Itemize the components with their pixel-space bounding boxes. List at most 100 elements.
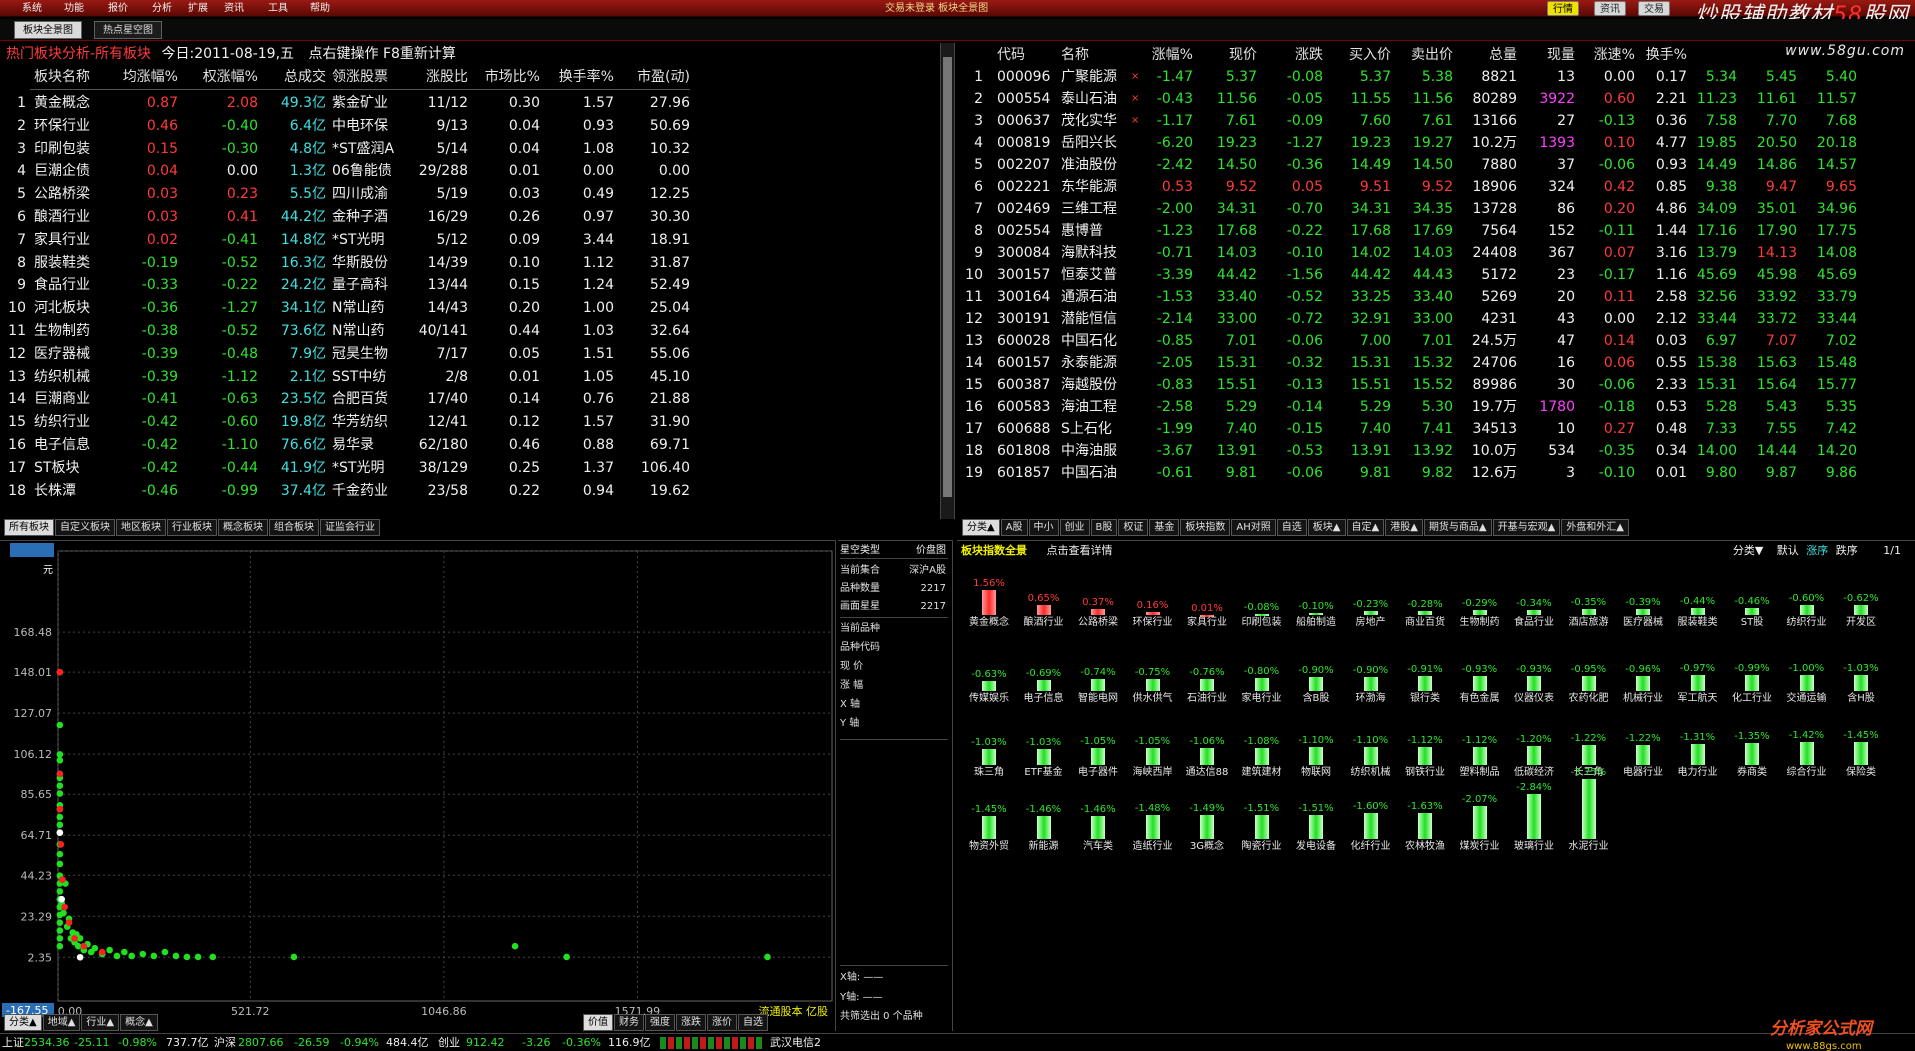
sector-index-item[interactable]: 1.56% 黄金概念 xyxy=(961,559,1017,633)
market-sheet-tab[interactable]: A股 xyxy=(1000,519,1028,536)
scatter-point[interactable] xyxy=(56,919,64,927)
stock-row[interactable]: 15 600387 海越股份 -0.83 15.51 -0.13 15.51 15.52 899… xyxy=(957,374,1915,396)
scatter-point[interactable] xyxy=(56,942,64,950)
sector-index-item[interactable]: -1.22% 电器行业 xyxy=(1615,709,1671,783)
sector-index-item[interactable]: -1.10% 物联网 xyxy=(1288,709,1344,783)
scatter-point[interactable] xyxy=(764,953,771,961)
sector-row[interactable]: 4 巨潮企债 0.04 0.00 1.3亿 06鲁能债 29/288 0.01 0.00 0.00 xyxy=(0,160,954,182)
stock-row[interactable]: 14 600157 永泰能源 -2.05 15.31 -0.32 15.31 15.32 247… xyxy=(957,352,1915,374)
sector-sheet-tab[interactable]: 行业板块 xyxy=(167,519,217,536)
scatter-point[interactable] xyxy=(511,942,519,950)
market-sheet-tab[interactable]: 中小 xyxy=(1028,519,1059,536)
market-sheet-tab[interactable]: 自选 xyxy=(1276,519,1307,536)
scatter-point[interactable] xyxy=(56,813,64,821)
sector-index-item[interactable]: -0.90% 环渤海 xyxy=(1343,635,1399,709)
starmap-sheet-tab[interactable]: 地域▲ xyxy=(42,1014,81,1031)
sector-col-header[interactable]: 总成交 xyxy=(262,67,326,87)
sector-col-header[interactable]: 均涨幅% xyxy=(110,67,178,87)
market-sheet-tab[interactable]: 基金 xyxy=(1149,519,1180,536)
sector-index-item[interactable]: -0.63% 传媒娱乐 xyxy=(961,635,1017,709)
sector-row[interactable]: 18 长株潭 -0.46 -0.99 37.4亿 千金药业 23/58 0.22 0.94 19.… xyxy=(0,480,954,502)
stock-row[interactable]: 16 600583 海油工程 -2.58 5.29 -0.14 5.29 5.30 19.7万 1… xyxy=(957,396,1915,418)
scatter-point-flat[interactable] xyxy=(58,895,65,903)
starmap-type-value[interactable]: 价盘图 xyxy=(916,543,946,559)
sector-row[interactable]: 5 公路桥梁 0.03 0.23 5.5亿 四川成渝 5/19 0.03 0.49 12.25 xyxy=(0,183,954,205)
sector-index-item[interactable]: 0.65% 酿酒行业 xyxy=(1016,559,1072,633)
stock-col-header[interactable]: 涨跌 xyxy=(1279,45,1323,65)
sector-row[interactable]: 6 酿酒行业 0.03 0.41 44.2亿 金种子酒 16/29 0.26 0.97 30.30 xyxy=(0,206,954,228)
sort-ascending[interactable]: 涨序 xyxy=(1806,544,1828,557)
sector-index-item[interactable]: -0.74% 智能电网 xyxy=(1070,635,1126,709)
menu-analysis[interactable]: 分析 xyxy=(152,1,172,16)
sector-index-item[interactable]: -2.84% 玻璃行业 xyxy=(1506,782,1562,857)
sector-col-header[interactable]: 权涨幅% xyxy=(182,67,258,87)
sector-col-header[interactable]: 市盈(动) xyxy=(620,67,690,87)
sector-index-item[interactable]: -1.20% 低碳经济 xyxy=(1506,709,1562,783)
scatter-point-up[interactable] xyxy=(80,942,88,950)
scatter-point[interactable] xyxy=(56,721,64,729)
menu-quote[interactable]: 报价 xyxy=(108,1,128,16)
sector-col-header[interactable]: 涨股比 xyxy=(418,67,468,87)
starmap-sort-tab[interactable]: 涨跌 xyxy=(676,1014,706,1031)
stock-col-header[interactable]: 卖出价 xyxy=(1397,45,1453,65)
sector-index-item[interactable]: -2.07% 煤炭行业 xyxy=(1452,783,1508,857)
sector-sheet-tab[interactable]: 证监会行业 xyxy=(320,519,380,536)
scatter-point[interactable] xyxy=(56,860,64,868)
sector-index-item[interactable]: -1.51% 发电设备 xyxy=(1288,783,1344,857)
sector-index-item[interactable]: -0.75% 供水供气 xyxy=(1125,635,1181,709)
scatter-point[interactable] xyxy=(56,751,64,758)
stock-row[interactable]: 6 002221 东华能源 0.53 9.52 0.05 9.51 9.52 18906 324 0… xyxy=(957,176,1915,198)
sector-col-header[interactable]: 板块名称 xyxy=(34,67,98,87)
stock-row[interactable]: 4 000819 岳阳兴长 -6.20 19.23 -1.27 19.23 19.27 10.2… xyxy=(957,132,1915,154)
sector-index-item[interactable]: -0.35% 酒店旅游 xyxy=(1561,559,1617,633)
stock-col-header[interactable]: 现价 xyxy=(1213,45,1257,65)
stock-col-header[interactable]: 涨幅% xyxy=(1135,45,1193,65)
sector-index-item[interactable]: -1.60% 化纤行业 xyxy=(1343,783,1399,857)
sector-index-item[interactable]: -0.91% 银行类 xyxy=(1397,635,1453,709)
stock-col-header[interactable]: 买入价 xyxy=(1335,45,1391,65)
tab-hotspot-starmap[interactable]: 热点星空图 xyxy=(94,21,162,39)
market-sheet-tab[interactable]: 板块▲ xyxy=(1307,519,1346,536)
market-sheet-tab[interactable]: 开基与宏观▲ xyxy=(1492,519,1561,536)
scatter-chart[interactable]: 209.90168.48148.01127.07106.1285.6564.71… xyxy=(0,541,836,1031)
stock-row[interactable]: 19 601857 中国石油 -0.61 9.81 -0.06 9.81 9.82 12.6万 3… xyxy=(957,462,1915,484)
stock-row[interactable]: 7 002469 三维工程 -2.00 34.31 -0.70 34.31 34.35 1372… xyxy=(957,198,1915,220)
market-sheet-tab[interactable]: B股 xyxy=(1090,519,1118,536)
sector-row[interactable]: 16 电子信息 -0.42 -1.10 76.6亿 易华录 62/180 0.46 0.88 69… xyxy=(0,434,954,456)
stock-row[interactable]: 18 601808 中海油服 -3.67 13.91 -0.53 13.91 13.92 10.… xyxy=(957,440,1915,462)
sector-sheet-tab[interactable]: 概念板块 xyxy=(218,519,268,536)
starmap-sheet-tab[interactable]: 概念▲ xyxy=(120,1014,158,1031)
sector-index-item[interactable]: -1.00% 交通运输 xyxy=(1779,635,1835,709)
market-sheet-tab[interactable]: 外盘和外汇▲ xyxy=(1561,519,1630,536)
stock-row[interactable]: 13 600028 中国石化 -0.85 7.01 -0.06 7.00 7.01 24.5万 4… xyxy=(957,330,1915,352)
starmap-sort-tab[interactable]: 涨价 xyxy=(707,1014,737,1031)
scatter-point[interactable] xyxy=(290,953,298,961)
sector-row[interactable]: 17 ST板块 -0.42 -0.44 41.9亿 *ST光明 38/129 0.25 1.37… xyxy=(0,457,954,479)
sector-sheet-tab[interactable]: 地区板块 xyxy=(116,519,166,536)
sector-index-item[interactable]: -0.97% 军工航天 xyxy=(1670,635,1726,709)
sector-index-item[interactable]: -0.46% ST股 xyxy=(1724,559,1780,633)
menu-extend[interactable]: 扩展 xyxy=(188,1,208,16)
stock-row[interactable]: 11 300164 通源石油 -1.53 33.40 -0.52 33.25 33.40 526… xyxy=(957,286,1915,308)
sector-index-item[interactable]: -1.03% 含H股 xyxy=(1833,635,1889,709)
scatter-point[interactable] xyxy=(172,952,180,960)
sector-row[interactable]: 14 巨潮商业 -0.41 -0.63 23.5亿 合肥百货 17/40 0.14 0.76 21… xyxy=(0,388,954,410)
market-sheet-tab[interactable]: 创业 xyxy=(1059,519,1090,536)
scatter-point[interactable] xyxy=(106,946,113,954)
sector-index-item[interactable]: -1.46% 汽车类 xyxy=(1070,783,1126,857)
market-sheet-tab[interactable]: 自定▲ xyxy=(1346,519,1385,536)
scatter-point[interactable] xyxy=(183,953,191,961)
sector-index-item[interactable]: -1.10% 纺织机械 xyxy=(1343,709,1399,783)
scatter-point[interactable] xyxy=(56,935,64,942)
sector-index-item[interactable]: -1.51% 陶瓷行业 xyxy=(1234,783,1290,857)
sector-index-item[interactable]: -0.95% 农药化肥 xyxy=(1561,635,1617,709)
sector-row[interactable]: 15 纺织行业 -0.42 -0.60 19.8亿 华芳纺织 12/41 0.12 1.57 31… xyxy=(0,411,954,433)
sector-index-item[interactable]: -3.75% 水泥行业 xyxy=(1561,767,1617,857)
scatter-point[interactable] xyxy=(128,952,136,960)
stock-row[interactable]: 2 000554 泰山石油 -0.43 11.56 -0.05 11.55 11.56 8028… xyxy=(957,88,1915,110)
scatter-point[interactable] xyxy=(194,953,202,961)
sector-index-item[interactable]: -1.48% 造纸行业 xyxy=(1125,783,1181,857)
sector-index-item[interactable]: -0.93% 仪器仪表 xyxy=(1506,635,1562,709)
sector-index-item[interactable]: 0.01% 家具行业 xyxy=(1179,559,1235,633)
stock-row[interactable]: 5 002207 准油股份 -2.42 14.50 -0.36 14.49 14.50 7880… xyxy=(957,154,1915,176)
